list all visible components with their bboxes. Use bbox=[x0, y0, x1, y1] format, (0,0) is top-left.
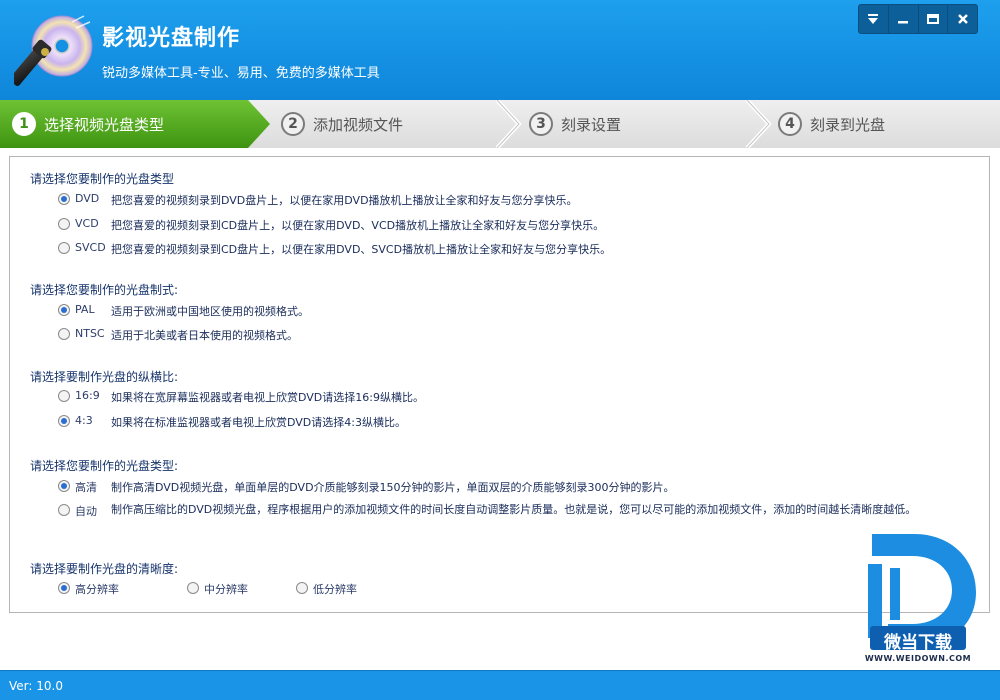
tv-system-option-ntsc[interactable]: NTSC 适用于北美或者日本使用的视频格式。 bbox=[58, 327, 298, 343]
option-desc: 把您喜爱的视频刻录到CD盘片上，以便在家用DVD、SVCD播放机上播放让全家和好… bbox=[111, 243, 612, 256]
menu-button[interactable] bbox=[859, 5, 889, 33]
option-name: DVD bbox=[75, 192, 100, 205]
radio-button[interactable] bbox=[58, 504, 70, 516]
option-name: 自动 bbox=[75, 505, 97, 518]
minimize-button[interactable] bbox=[889, 5, 919, 33]
close-icon bbox=[957, 14, 968, 24]
step-number: 2 bbox=[281, 112, 305, 136]
disc-type-option-svcd[interactable]: SVCD 把您喜爱的视频刻录到CD盘片上，以便在家用DVD、SVCD播放机上播放… bbox=[58, 241, 611, 257]
step-2[interactable]: 2 添加视频文件 bbox=[281, 100, 403, 148]
step-3[interactable]: 3 刻录设置 bbox=[529, 100, 621, 148]
app-title: 影视光盘制作 bbox=[102, 26, 241, 51]
close-button[interactable] bbox=[948, 5, 977, 33]
option-desc: 制作高压缩比的DVD视频光盘，程序根据用户的添加视频文件的时间长度自动调整影片质… bbox=[111, 503, 917, 516]
option-name: SVCD bbox=[75, 241, 106, 254]
option-name: 低分辨率 bbox=[313, 583, 357, 596]
option-name: 高分辨率 bbox=[75, 583, 119, 596]
maximize-button[interactable] bbox=[919, 5, 949, 33]
step-4[interactable]: 4 刻录到光盘 bbox=[778, 100, 885, 148]
option-desc: 把您喜爱的视频刻录到CD盘片上，以便在家用DVD、VCD播放机上播放让全家和好友… bbox=[111, 219, 605, 232]
option-desc: 适用于欧洲或中国地区使用的视频格式。 bbox=[111, 305, 309, 318]
aspect-option-16-9[interactable]: 16:9 如果将在宽屏幕监视器或者电视上欣赏DVD请选择16:9纵横比。 bbox=[58, 389, 424, 405]
disc-type-option-dvd[interactable]: DVD 把您喜爱的视频刻录到DVD盘片上，以便在家用DVD播放机上播放让全家和好… bbox=[58, 192, 578, 208]
step-number: 1 bbox=[12, 112, 36, 136]
radio-button[interactable] bbox=[58, 193, 70, 205]
radio-button[interactable] bbox=[58, 582, 70, 594]
radio-button[interactable] bbox=[58, 218, 70, 230]
step-label: 选择视频光盘类型 bbox=[44, 115, 165, 134]
menu-icon bbox=[868, 14, 879, 24]
radio-button[interactable] bbox=[58, 480, 70, 492]
step-label: 刻录设置 bbox=[561, 115, 622, 134]
options-panel: 请选择您要制作的光盘类型 DVD 把您喜爱的视频刻录到DVD盘片上，以便在家用D… bbox=[9, 156, 990, 613]
watermark-text: 微当下载 bbox=[884, 633, 952, 653]
step-label: 刻录到光盘 bbox=[810, 115, 886, 134]
option-desc: 如果将在标准监视器或者电视上欣赏DVD请选择4:3纵横比。 bbox=[111, 416, 406, 429]
resolution-option-medium[interactable]: 中分辨率 bbox=[187, 581, 248, 597]
option-desc: 把您喜爱的视频刻录到DVD盘片上，以便在家用DVD播放机上播放让全家和好友与您分… bbox=[111, 194, 578, 207]
option-name: 16:9 bbox=[75, 389, 100, 402]
quality-type-option-auto[interactable]: 自动 制作高压缩比的DVD视频光盘，程序根据用户的添加视频文件的时间长度自动调整… bbox=[58, 503, 961, 519]
option-name: 高清 bbox=[75, 481, 97, 494]
option-desc: 如果将在宽屏幕监视器或者电视上欣赏DVD请选择16:9纵横比。 bbox=[111, 391, 424, 404]
radio-button[interactable] bbox=[58, 390, 70, 402]
option-desc: 适用于北美或者日本使用的视频格式。 bbox=[111, 329, 298, 342]
radio-button[interactable] bbox=[58, 304, 70, 316]
disc-torch-logo bbox=[14, 15, 93, 86]
app-subtitle: 锐动多媒体工具-专业、易用、免费的多媒体工具 bbox=[102, 66, 380, 81]
watermark-url: WWW.WEIDOWN.COM bbox=[864, 654, 972, 663]
radio-button[interactable] bbox=[187, 582, 199, 594]
window-controls bbox=[858, 4, 978, 34]
radio-button[interactable] bbox=[296, 582, 308, 594]
status-bar: Ver: 10.0 bbox=[0, 670, 1000, 700]
option-name: 4:3 bbox=[75, 414, 93, 427]
quality-type-title: 请选择您要制作的光盘类型: bbox=[30, 459, 179, 473]
step-number: 3 bbox=[529, 112, 553, 136]
maximize-icon bbox=[926, 14, 939, 24]
radio-button[interactable] bbox=[58, 328, 70, 340]
aspect-title: 请选择要制作光盘的纵横比: bbox=[30, 370, 179, 384]
step-number: 4 bbox=[778, 112, 802, 136]
tv-system-title: 请选择您要制作的光盘制式: bbox=[30, 283, 179, 297]
option-desc: 制作高清DVD视频光盘，单面单层的DVD介质能够刻录150分钟的影片，单面双层的… bbox=[111, 481, 675, 494]
radio-button[interactable] bbox=[58, 242, 70, 254]
resolution-title: 请选择要制作光盘的清晰度: bbox=[30, 562, 179, 576]
quality-type-option-hd[interactable]: 高清 制作高清DVD视频光盘，单面单层的DVD介质能够刻录150分钟的影片，单面… bbox=[58, 479, 675, 495]
disc-type-title: 请选择您要制作的光盘类型 bbox=[30, 172, 175, 186]
option-name: PAL bbox=[75, 303, 95, 316]
disc-type-option-vcd[interactable]: VCD 把您喜爱的视频刻录到CD盘片上，以便在家用DVD、VCD播放机上播放让全… bbox=[58, 217, 604, 233]
option-name: VCD bbox=[75, 217, 99, 230]
resolution-option-high[interactable]: 高分辨率 bbox=[58, 581, 119, 597]
step-1[interactable]: 1 选择视频光盘类型 bbox=[12, 100, 164, 148]
resolution-option-low[interactable]: 低分辨率 bbox=[296, 581, 357, 597]
watermark-logo: 微当下载 WWW.WEIDOWN.COM bbox=[852, 528, 984, 668]
option-name: 中分辨率 bbox=[204, 583, 248, 596]
minimize-icon bbox=[898, 21, 909, 24]
title-bar: 影视光盘制作 锐动多媒体工具-专业、易用、免费的多媒体工具 bbox=[0, 0, 1000, 100]
aspect-option-4-3[interactable]: 4:3 如果将在标准监视器或者电视上欣赏DVD请选择4:3纵横比。 bbox=[58, 414, 406, 430]
version-label: Ver: 10.0 bbox=[9, 679, 63, 693]
step-label: 添加视频文件 bbox=[313, 115, 404, 134]
radio-button[interactable] bbox=[58, 415, 70, 427]
tv-system-option-pal[interactable]: PAL 适用于欧洲或中国地区使用的视频格式。 bbox=[58, 303, 309, 319]
option-name: NTSC bbox=[75, 327, 105, 340]
